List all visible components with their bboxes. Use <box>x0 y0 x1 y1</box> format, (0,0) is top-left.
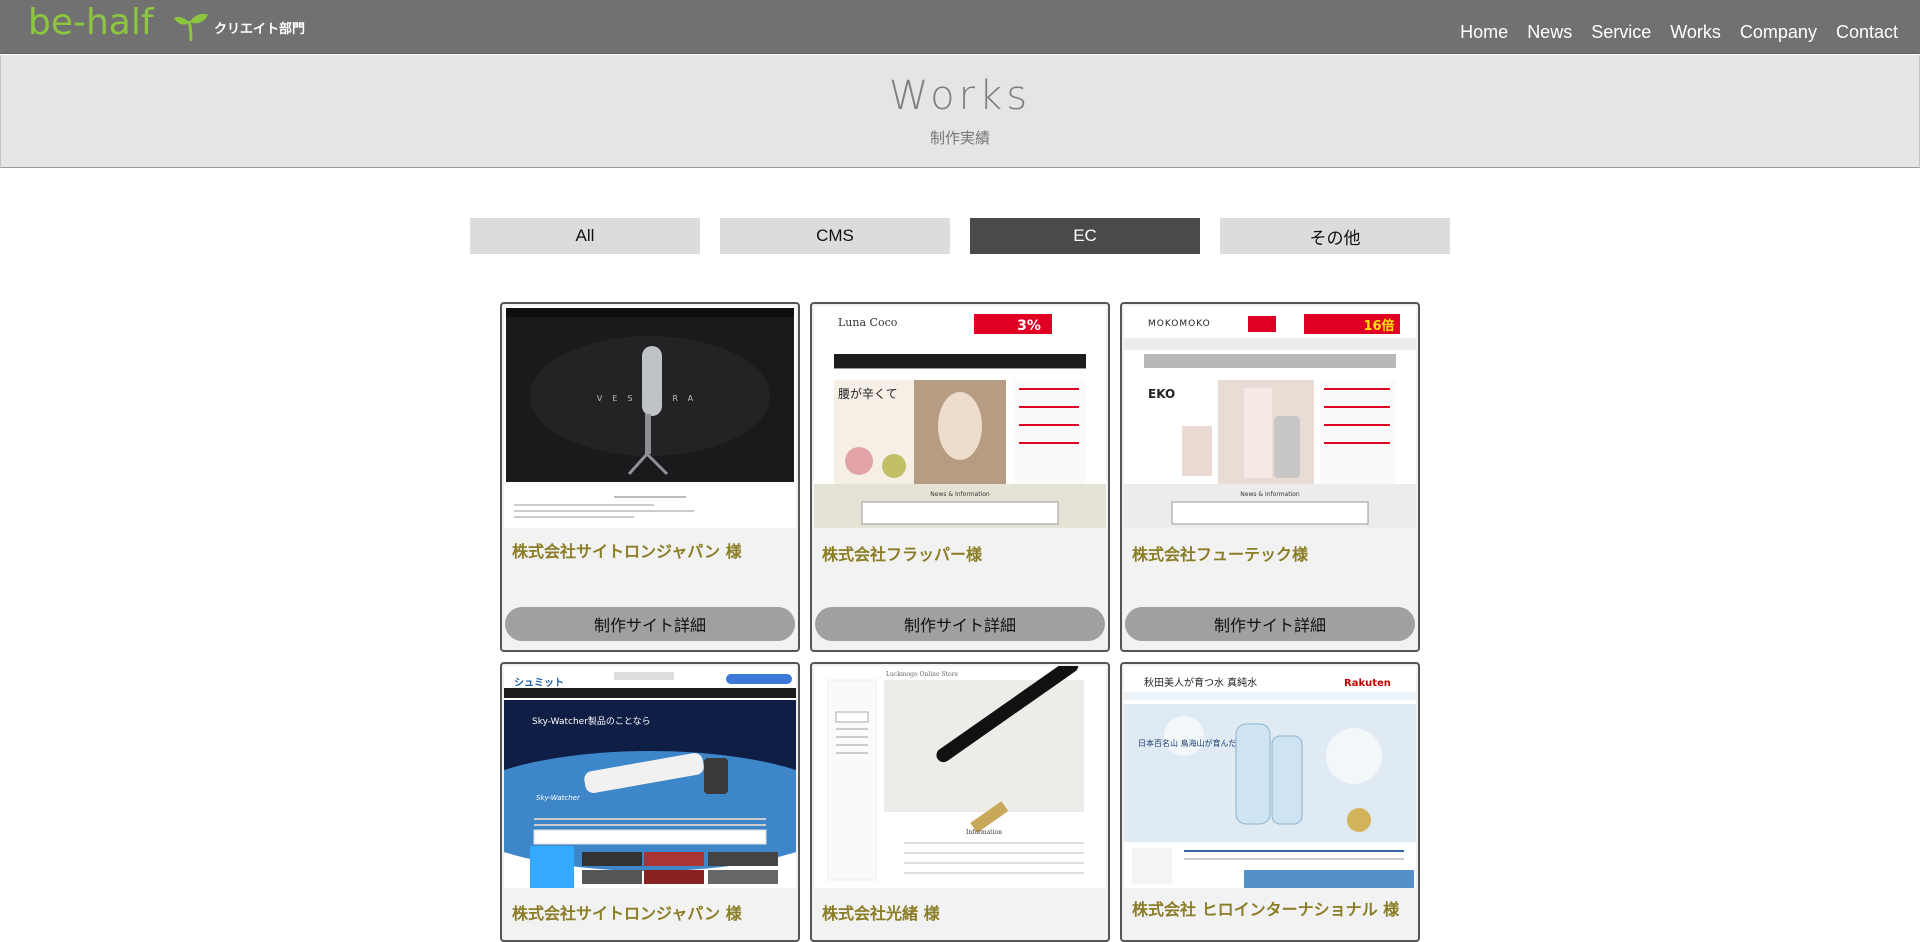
main-nav: Home News Service Works Company Contact <box>1441 22 1898 43</box>
page-title: Works <box>888 73 1032 119</box>
thumb-badge: 3% <box>1017 318 1041 334</box>
site-detail-button[interactable]: 制作サイト詳細 <box>505 607 795 641</box>
thumb-headline: 腰が辛くて <box>838 386 898 401</box>
work-thumbnail[interactable]: MOKOMOKO 16倍 EKO News & Information <box>1124 306 1416 528</box>
thumb-headline: EKO <box>1148 387 1175 401</box>
nav-works[interactable]: Works <box>1670 22 1721 43</box>
work-card[interactable]: Luckmogo Online Store Information 株式会社光緒… <box>810 662 1110 942</box>
thumb-badge: 16倍 <box>1363 318 1394 334</box>
site-screenshot: MOKOMOKO 16倍 EKO News & Information <box>1124 306 1416 528</box>
site-screenshot: 秋田美人が育つ水 真純水 Rakuten 日本百名山 鳥海山が育んだ名水！ <box>1124 666 1416 888</box>
site-screenshot: シュミット Sky-Watcher製品のことなら Sky-Watcher <box>504 666 796 888</box>
site-screenshot: Luckmogo Online Store Information <box>814 666 1106 888</box>
work-title: 株式会社サイトロンジャパン 様 <box>512 542 742 561</box>
thumb-brand: VESPERA <box>597 394 703 403</box>
site-screenshot: Luna Coco 3% 腰が辛くて News & Information <box>814 306 1106 528</box>
site-detail-button[interactable]: 制作サイト詳細 <box>1125 607 1415 641</box>
thumb-headline: Sky-Watcher製品のことなら <box>532 715 651 727</box>
nav-company[interactable]: Company <box>1740 22 1817 43</box>
work-card[interactable]: 秋田美人が育つ水 真純水 Rakuten 日本百名山 鳥海山が育んだ名水！ 株式… <box>1120 662 1420 942</box>
thumb-logo: Rakuten <box>1344 678 1391 689</box>
work-title: 株式会社フューテック様 <box>1132 545 1309 564</box>
thumb-section: News & Information <box>930 491 990 498</box>
thumb-brand: Luckmogo Online Store <box>886 671 958 678</box>
work-thumbnail[interactable]: Luna Coco 3% 腰が辛くて News & Information <box>814 306 1106 528</box>
work-thumbnail[interactable]: 秋田美人が育つ水 真純水 Rakuten 日本百名山 鳥海山が育んだ名水！ <box>1124 666 1416 888</box>
page-hero: Works 制作実績 <box>0 55 1920 168</box>
nav-service[interactable]: Service <box>1591 22 1651 43</box>
site-logo[interactable]: be-half <box>28 2 154 43</box>
site-header: be-half クリエイト部門 Home News Service Works … <box>0 0 1920 54</box>
thumb-brand: 秋田美人が育つ水 真純水 <box>1144 676 1257 689</box>
work-card[interactable]: MOKOMOKO 16倍 EKO News & Information 株式会社… <box>1120 302 1420 652</box>
thumb-section: News & Information <box>1240 491 1300 498</box>
work-title: 株式会社光緒 様 <box>822 904 940 923</box>
page-subtitle: 制作実績 <box>929 129 990 147</box>
filter-tab-all[interactable]: All <box>470 218 700 254</box>
work-card[interactable]: VESPERA 株式会社サイトロンジャパン 様 制作サイト詳細 <box>500 302 800 652</box>
work-title: 株式会社フラッパー様 <box>822 545 983 564</box>
thumb-sub: Sky-Watcher <box>536 794 581 802</box>
thumb-brand: シュミット <box>514 677 564 689</box>
sprout-icon <box>174 13 208 41</box>
work-thumbnail[interactable]: シュミット Sky-Watcher製品のことなら Sky-Watcher <box>504 666 796 888</box>
department-label: クリエイト部門 <box>214 22 306 37</box>
thumb-brand: MOKOMOKO <box>1148 319 1211 329</box>
nav-contact[interactable]: Contact <box>1836 22 1898 43</box>
nav-news[interactable]: News <box>1527 22 1572 43</box>
thumb-section: Information <box>966 829 1002 836</box>
filter-tab-other[interactable]: その他 <box>1220 218 1450 254</box>
work-title: 株式会社 ヒロインターナショナル 様 <box>1132 900 1400 919</box>
work-thumbnail[interactable]: Luckmogo Online Store Information <box>814 666 1106 888</box>
site-detail-button[interactable]: 制作サイト詳細 <box>815 607 1105 641</box>
thumb-brand: Luna Coco <box>838 316 898 329</box>
nav-home[interactable]: Home <box>1460 22 1508 43</box>
work-thumbnail[interactable]: VESPERA <box>504 306 796 528</box>
work-title: 株式会社サイトロンジャパン 様 <box>512 904 742 923</box>
filter-tab-cms[interactable]: CMS <box>720 218 950 254</box>
filter-tab-ec[interactable]: EC <box>970 218 1200 254</box>
site-screenshot: VESPERA <box>504 306 796 528</box>
work-card[interactable]: シュミット Sky-Watcher製品のことなら Sky-Watcher 株式会… <box>500 662 800 942</box>
work-card[interactable]: Luna Coco 3% 腰が辛くて News & Information 株式… <box>810 302 1110 652</box>
